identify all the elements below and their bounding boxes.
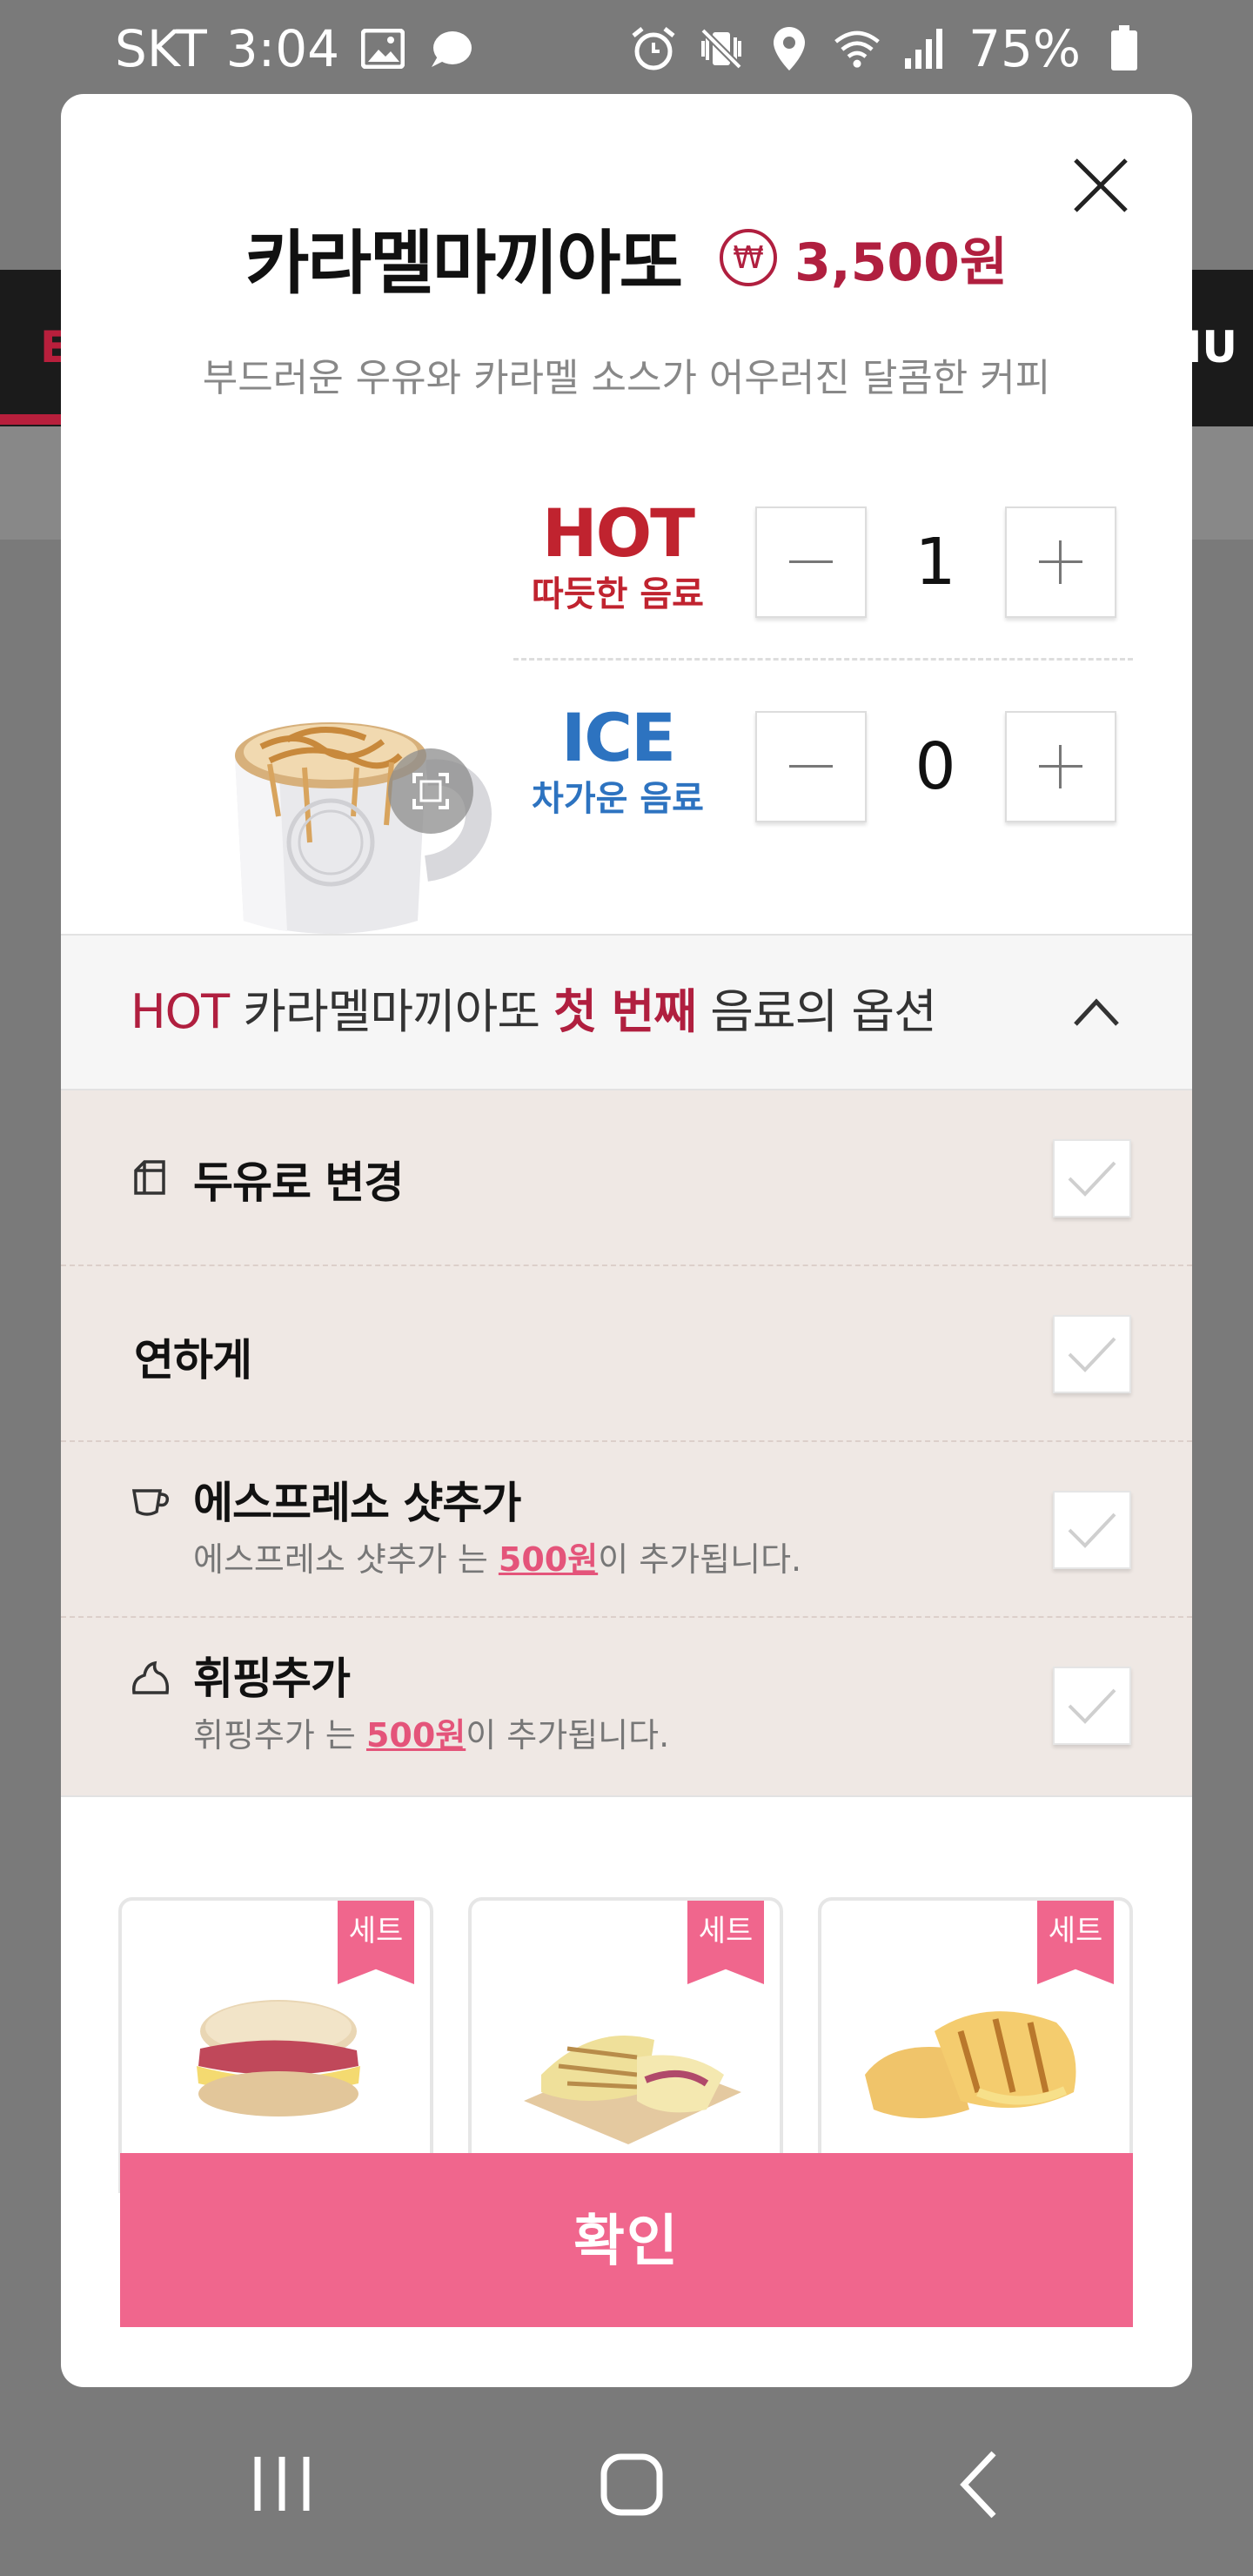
product-name: 카라멜마끼아또: [245, 223, 683, 304]
option-checkbox[interactable]: [1053, 1491, 1131, 1569]
plus-icon: [1039, 745, 1082, 788]
signal-icon: [901, 24, 949, 73]
hot-label: HOT: [541, 494, 695, 572]
gallery-icon: [358, 24, 407, 73]
option-description: 에스프레소 샷추가 는 500원이 추가됩니다.: [193, 1533, 801, 1580]
back-icon: [960, 2451, 996, 2519]
option-espresso-shot[interactable]: 에스프레소 샷추가 에스프레소 샷추가 는 500원이 추가됩니다.: [61, 1442, 1192, 1618]
set-menu-card-grilled-panini[interactable]: 세트: [818, 1897, 1133, 2193]
ice-label: ICE: [561, 699, 676, 776]
ice-sublabel: 차가운 음료: [532, 779, 704, 819]
hot-decrease-button[interactable]: [755, 506, 867, 618]
option-title: 휘핑추가: [193, 1654, 351, 1704]
option-desc-price: 500원: [365, 1716, 466, 1754]
temperature-divider: [513, 658, 1133, 661]
option-mild[interactable]: 연하게: [61, 1266, 1192, 1442]
battery-icon: [1100, 24, 1149, 73]
option-title: 두유로 변경: [193, 1157, 404, 1208]
battery-percent: 75%: [968, 19, 1081, 78]
chevron-up-icon: [1070, 986, 1122, 1038]
location-icon: [765, 24, 814, 73]
options-accordion-header[interactable]: HOT 카라멜마끼아또 첫 번째 음료의 옵션: [61, 934, 1192, 1090]
set-menu-card-muffin[interactable]: 세트: [118, 1897, 433, 2193]
chat-bubble-icon: [426, 24, 475, 73]
plus-icon: [1039, 540, 1082, 584]
confirm-button[interactable]: 확인: [120, 2153, 1133, 2327]
mute-vibrate-icon: [697, 24, 746, 73]
options-header-product: 카라멜마끼아또: [229, 984, 554, 1039]
set-badge: 세트: [687, 1901, 764, 1984]
options-list: 두유로 변경 연하게 에스프레소 샷추가 에스프레소 샷추가 는 500원이 추…: [61, 1090, 1192, 1795]
option-checkbox[interactable]: [1053, 1667, 1131, 1745]
clock: 3:04: [225, 19, 340, 78]
product-description: 부드러운 우유와 카라멜 소스가 어우러진 달콤한 커피: [202, 356, 1051, 400]
set-menu-card-panini-plate[interactable]: 세트: [468, 1897, 783, 2193]
image-zoom-button[interactable]: [388, 748, 473, 834]
option-desc-suffix: 이 추가됩니다.: [598, 1540, 802, 1579]
recent-apps-icon: [254, 2457, 310, 2511]
option-desc-suffix: 이 추가됩니다.: [466, 1716, 670, 1754]
ice-label-group: ICE 차가운 음료: [505, 699, 731, 821]
android-nav-bar: [0, 2389, 1253, 2576]
alarm-icon: [629, 24, 678, 73]
panini-plate-image: [506, 1979, 750, 2153]
option-checkbox[interactable]: [1053, 1315, 1131, 1393]
option-desc-prefix: 휘핑추가 는: [193, 1716, 366, 1754]
price-group: ₩ 3,500원: [720, 220, 1008, 296]
option-title: 에스프레소 샷추가: [193, 1478, 521, 1528]
product-price: 3,500원: [794, 231, 1008, 293]
option-desc-price: 500원: [498, 1540, 599, 1579]
hot-quantity: 1: [915, 525, 956, 600]
muffin-sandwich-image: [157, 1979, 400, 2153]
option-whipped-cream[interactable]: 휘핑추가 휘핑추가 는 500원이 추가됩니다.: [61, 1618, 1192, 1794]
cup-icon: [131, 1484, 171, 1524]
hot-sublabel: 따듯한 음료: [532, 574, 704, 614]
carrier-label: SKT: [115, 19, 207, 78]
back-button[interactable]: [938, 2441, 1025, 2528]
options-header-text: HOT 카라멜마끼아또 첫 번째 음료의 옵션: [131, 936, 937, 1089]
options-header-ordinal: 첫 번째: [553, 984, 697, 1039]
check-icon: [1068, 1337, 1116, 1372]
options-header-suffix: 음료의 옵션: [696, 984, 937, 1039]
whipped-cream-icon: [131, 1660, 171, 1700]
status-bar: SKT 3:04 75%: [0, 0, 1253, 94]
options-header-temp: HOT: [131, 984, 230, 1039]
ice-quantity: 0: [915, 729, 956, 804]
hot-increase-button[interactable]: [1005, 506, 1116, 618]
option-title: 연하게: [134, 1335, 252, 1385]
wifi-icon: [833, 24, 881, 73]
milk-carton-icon: [131, 1158, 171, 1198]
ice-quantity-row: ICE 차가운 음료 0: [505, 699, 1131, 838]
product-header: 카라멜마끼아또 ₩ 3,500원: [61, 207, 1192, 308]
option-soy-milk[interactable]: 두유로 변경: [61, 1090, 1192, 1266]
check-icon: [1068, 1513, 1116, 1548]
set-badge: 세트: [338, 1901, 414, 1984]
product-image: [209, 555, 505, 938]
set-badge: 세트: [1037, 1901, 1114, 1984]
minus-icon: [789, 765, 833, 768]
minus-icon: [789, 560, 833, 563]
option-checkbox[interactable]: [1053, 1139, 1131, 1218]
option-description: 휘핑추가 는 500원이 추가됩니다.: [193, 1708, 669, 1756]
check-icon: [1068, 1688, 1116, 1724]
check-icon: [1068, 1161, 1116, 1197]
home-button[interactable]: [588, 2441, 675, 2528]
expand-icon: [412, 773, 449, 809]
product-option-dialog: 카라멜마끼아또 ₩ 3,500원 부드러운 우유와 카라멜 소스가 어우러진 달…: [61, 94, 1192, 2387]
home-icon: [600, 2453, 663, 2516]
hot-label-group: HOT 따듯한 음료: [505, 494, 731, 616]
ice-decrease-button[interactable]: [755, 711, 867, 822]
ice-increase-button[interactable]: [1005, 711, 1116, 822]
grilled-panini-image: [856, 1979, 1100, 2153]
recent-apps-button[interactable]: [238, 2441, 325, 2528]
hot-quantity-row: HOT 따듯한 음료 1: [505, 494, 1131, 634]
option-desc-prefix: 에스프레소 샷추가 는: [193, 1540, 499, 1579]
won-icon: ₩: [720, 229, 778, 286]
